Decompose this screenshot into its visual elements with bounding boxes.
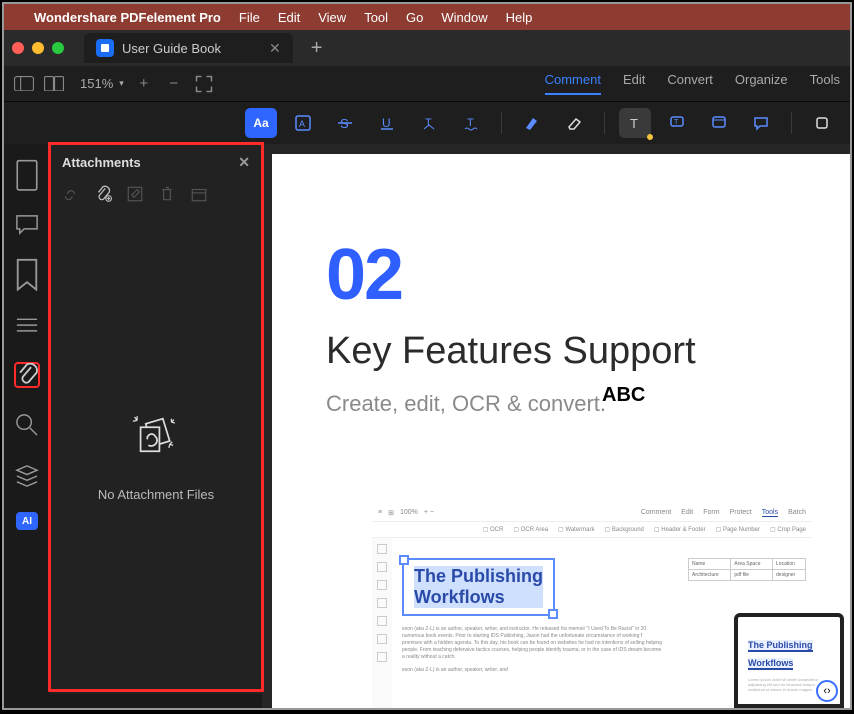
delete-attachment-icon[interactable] [158, 185, 176, 203]
text-box-tool[interactable]: T [619, 108, 651, 138]
panel-title: Attachments [62, 155, 141, 170]
mini-table: NameArea SpaceLocation Architecturepdf f… [688, 558, 806, 581]
close-tab-icon[interactable]: ✕ [269, 40, 281, 57]
caret-tool[interactable]: T [413, 108, 445, 138]
maximize-window-button[interactable] [52, 42, 64, 54]
squiggly-tool[interactable]: T [455, 108, 487, 138]
marker-tool[interactable] [516, 108, 548, 138]
menu-window[interactable]: Window [441, 10, 487, 25]
document-viewport[interactable]: 02 ABC Key Features Support Create, edit… [262, 144, 850, 708]
ai-button[interactable]: AI [16, 512, 38, 530]
chevron-down-icon: ▾ [119, 78, 124, 89]
mac-menubar: Wondershare PDFelement Pro File Edit Vie… [4, 4, 850, 30]
menu-go[interactable]: Go [406, 10, 423, 25]
page-subtitle: Create, edit, OCR & convert. [326, 391, 850, 417]
svg-text:T: T [630, 116, 638, 131]
close-window-button[interactable] [12, 42, 24, 54]
sidebar-toggle-icon[interactable] [14, 75, 34, 93]
menu-view[interactable]: View [318, 10, 346, 25]
svg-text:T: T [467, 117, 474, 129]
menu-file[interactable]: File [239, 10, 260, 25]
menu-edit[interactable]: Edit [278, 10, 300, 25]
menu-tool[interactable]: Tool [364, 10, 388, 25]
close-panel-icon[interactable]: ✕ [238, 154, 250, 171]
callout-tool[interactable]: T [661, 108, 693, 138]
eraser-tool[interactable] [558, 108, 590, 138]
top-controls: 151% ▾ + − Comment Edit Convert Organize… [4, 66, 850, 102]
tab-bar: User Guide Book ✕ + [4, 30, 850, 66]
mini-selection-box: The Publishing Workflows [402, 558, 555, 616]
zoom-in-icon[interactable]: + [134, 75, 154, 93]
minimize-window-button[interactable] [32, 42, 44, 54]
attachments-panel-wrap: Attachments ✕ [50, 144, 262, 708]
empty-attachment-icon [121, 405, 191, 465]
zoom-value: 151% [80, 76, 113, 91]
attachments-panel: Attachments ✕ [50, 144, 262, 694]
chapter-number: 02 [326, 234, 850, 316]
save-attachment-icon[interactable] [190, 185, 208, 203]
shape-tool[interactable] [806, 108, 838, 138]
stack-icon[interactable] [14, 462, 40, 488]
strikethrough-tool[interactable]: S [329, 108, 361, 138]
add-tab-button[interactable]: + [311, 37, 323, 60]
panel-empty-state: No Attachment Files [50, 213, 262, 694]
svg-text:A: A [299, 119, 305, 129]
zoom-control[interactable]: 151% ▾ [80, 76, 124, 91]
window-controls [12, 42, 64, 54]
add-attachment-icon[interactable] [94, 185, 112, 203]
document-tab[interactable]: User Guide Book ✕ [84, 33, 293, 63]
comment-tool[interactable] [745, 108, 777, 138]
menu-help[interactable]: Help [506, 10, 533, 25]
svg-text:T: T [674, 119, 679, 126]
layers-icon[interactable] [14, 312, 40, 338]
tab-organize[interactable]: Organize [735, 72, 788, 95]
svg-text:U: U [382, 116, 391, 130]
underline-tool[interactable]: U [371, 108, 403, 138]
left-rail: AI [4, 144, 50, 708]
hand-icon: ‹› [816, 680, 838, 702]
link-attachment-icon[interactable] [62, 185, 80, 203]
fit-screen-icon[interactable] [194, 75, 214, 93]
zoom-out-icon[interactable]: − [164, 75, 184, 93]
search-icon[interactable] [14, 412, 40, 438]
tab-edit[interactable]: Edit [623, 72, 645, 95]
panel-toolbar [50, 181, 262, 213]
tablet-mockup: The Publishing Workflows Lorem ipsum dol… [734, 613, 844, 708]
tab-convert[interactable]: Convert [667, 72, 713, 95]
text-highlight-tool[interactable]: Aa [245, 108, 277, 138]
tab-title: User Guide Book [122, 41, 221, 56]
tool-ribbon: Aa A S U T T T T [4, 102, 850, 144]
app-name[interactable]: Wondershare PDFelement Pro [34, 10, 221, 25]
pdf-page: 02 ABC Key Features Support Create, edit… [272, 154, 850, 708]
bookmarks-icon[interactable] [14, 262, 40, 288]
mode-tabs: Comment Edit Convert Organize Tools [545, 72, 840, 95]
edit-attachment-icon[interactable] [126, 185, 144, 203]
note-tool[interactable] [703, 108, 735, 138]
attachments-icon[interactable] [14, 362, 40, 388]
textbox-example[interactable]: ABC [602, 384, 645, 407]
tab-tools[interactable]: Tools [810, 72, 840, 95]
thumbnails-icon[interactable] [14, 162, 40, 188]
two-page-icon[interactable] [44, 75, 64, 93]
comments-list-icon[interactable] [14, 212, 40, 238]
page-title: Key Features Support [326, 330, 850, 373]
area-highlight-tool[interactable]: A [287, 108, 319, 138]
tab-comment[interactable]: Comment [545, 72, 601, 95]
empty-text: No Attachment Files [98, 487, 214, 502]
pdf-icon [96, 39, 114, 57]
